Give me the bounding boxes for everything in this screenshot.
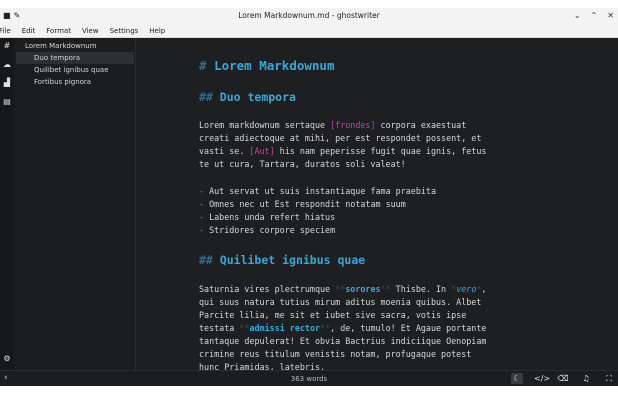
markup-mark: **: [239, 323, 250, 333]
sidebar-icon-strip: # ☁ ▟ ▤ ⚙: [0, 38, 14, 370]
statistics-icon[interactable]: ▟: [2, 78, 12, 88]
paragraph-line: vasti se. [Aut] his nam peperisse fugit …: [199, 146, 486, 156]
list-item: - Labens unda refert hiatus: [199, 212, 335, 222]
outline-item-lorem-markdownum[interactable]: Lorem Markdownum: [16, 40, 134, 52]
strong-text: admissi rector: [249, 323, 321, 333]
link-reference: [Aut]: [249, 146, 275, 156]
paragraph-line: tantaque depulerat! Et obvia Bactrius in…: [199, 336, 487, 346]
text: ,: [481, 284, 487, 294]
paragraph-line: testata **admissi rector**, de, tumulo! …: [199, 323, 486, 333]
settings-icon[interactable]: ⚙: [2, 354, 12, 364]
menu-bar: File Edit Format View Settings Help: [0, 24, 618, 38]
outline-item-label: Duo tempora: [34, 54, 81, 62]
markup-mark: **: [335, 284, 346, 294]
outline-item-duo-tempora[interactable]: Duo tempora: [16, 52, 134, 64]
audio-icon[interactable]: ♫: [580, 373, 592, 384]
html-preview-icon[interactable]: ▤: [2, 97, 12, 107]
heading-text: Lorem Markdownum: [214, 58, 335, 73]
emphasis-text: vero: [456, 284, 477, 294]
list-item: - Aut servat ut suis instantiaque fama p…: [199, 186, 436, 196]
text: Thisbe. In: [390, 284, 452, 294]
markup-mark: **: [380, 284, 391, 294]
outline-item-label: Quilibet ignibus quae: [34, 66, 109, 74]
chevron-down-icon[interactable]: ⌄: [574, 10, 581, 21]
menu-help[interactable]: Help: [149, 27, 165, 35]
heading-2-duo-tempora: ## Duo tempora: [199, 90, 296, 104]
outline-icon[interactable]: #: [2, 41, 12, 51]
text: his nam peperisse fugit quae ignis, fetu…: [274, 146, 487, 156]
outline-item-label: Lorem Markdownum: [25, 42, 97, 50]
list-item-text: Aut servat ut suis instantiaque fama pra…: [204, 186, 436, 196]
clear-icon[interactable]: ⌫: [557, 373, 569, 384]
menu-format[interactable]: Format: [46, 27, 71, 35]
heading-text: Quilibet ignibus quae: [219, 253, 366, 267]
heading-mark: ##: [199, 90, 213, 104]
heading-mark: #: [199, 58, 207, 73]
strong-text: sorores: [345, 284, 381, 294]
paragraph-line: Saturnia vires plectrumque **sorores** T…: [199, 284, 486, 294]
title-bar: ■ ✎ Lorem Markdownum.md - ghostwriter ⌄ …: [0, 8, 618, 24]
dark-mode-icon[interactable]: ☾: [511, 373, 523, 384]
outline-item-fortibus-pignora[interactable]: Fortibus pignora: [16, 76, 134, 88]
menu-file[interactable]: File: [0, 27, 11, 35]
list-item-text: Omnes nec ut Est respondit notatam suum: [204, 199, 406, 209]
app-window: ■ ✎ Lorem Markdownum.md - ghostwriter ⌄ …: [0, 8, 618, 386]
menu-settings[interactable]: Settings: [110, 27, 139, 35]
code-icon[interactable]: </>: [534, 373, 550, 384]
paragraph-line: Lorem markdownum sertaque [frondes] corp…: [199, 120, 466, 130]
chevron-up-icon[interactable]: ⌃: [591, 10, 598, 21]
paragraph-line: qui suus natura tutius mirum aditus moen…: [199, 297, 482, 307]
text: , de, tumulo! Et Agaue portante: [330, 323, 487, 333]
list-item: - Stridores corpore speciem: [199, 225, 335, 235]
link-reference: [frondes]: [330, 120, 376, 130]
paragraph-line: crimine reus titulum venistis notam, pro…: [199, 349, 472, 359]
outline-item-quilibet-ignibus-quae[interactable]: Quilibet ignibus quae: [16, 64, 134, 76]
heading-2-quilibet: ## Quilibet ignibus quae: [199, 253, 365, 267]
menu-edit[interactable]: Edit: [22, 27, 36, 35]
menu-view[interactable]: View: [82, 27, 99, 35]
outline-sidebar: Lorem Markdownum Duo tempora Quilibet ig…: [14, 38, 136, 370]
text: vasti se.: [199, 146, 250, 156]
fullscreen-icon[interactable]: ⛶: [603, 373, 615, 384]
list-item: - Omnes nec ut Est respondit notatam suu…: [199, 199, 406, 209]
text: corpora exaestuat: [375, 120, 467, 130]
list-item-text: Labens unda refert hiatus: [204, 212, 336, 222]
status-bar: ‹ 363 words ☾ </> ⌫ ♫ ⛶: [0, 370, 618, 386]
text: Lorem markdownum sertaque: [199, 120, 331, 130]
heading-mark: ##: [199, 253, 213, 267]
heading-1: # Lorem Markdownum: [199, 58, 334, 73]
heading-text: Duo tempora: [219, 90, 296, 104]
text: testata: [199, 323, 240, 333]
paragraph-line: te ut cura, Tartara, duratos soli valeat…: [199, 159, 406, 169]
list-item-text: Stridores corpore speciem: [204, 225, 336, 235]
editor-area[interactable]: # Lorem Markdownum ## Duo tempora Lorem …: [137, 38, 618, 372]
paragraph-line: creati adiectoque at mihi, per est respo…: [199, 133, 482, 143]
window-title: Lorem Markdownum.md - ghostwriter: [238, 11, 380, 20]
cloud-icon[interactable]: ☁: [2, 60, 12, 70]
markup-mark: **: [320, 323, 331, 333]
close-icon[interactable]: ✕: [607, 10, 614, 21]
outline-item-label: Fortibus pignora: [34, 78, 92, 86]
text: Saturnia vires plectrumque: [199, 284, 336, 294]
paragraph-line: Parcite lilia, me sit et iubet sive sacr…: [199, 310, 467, 320]
